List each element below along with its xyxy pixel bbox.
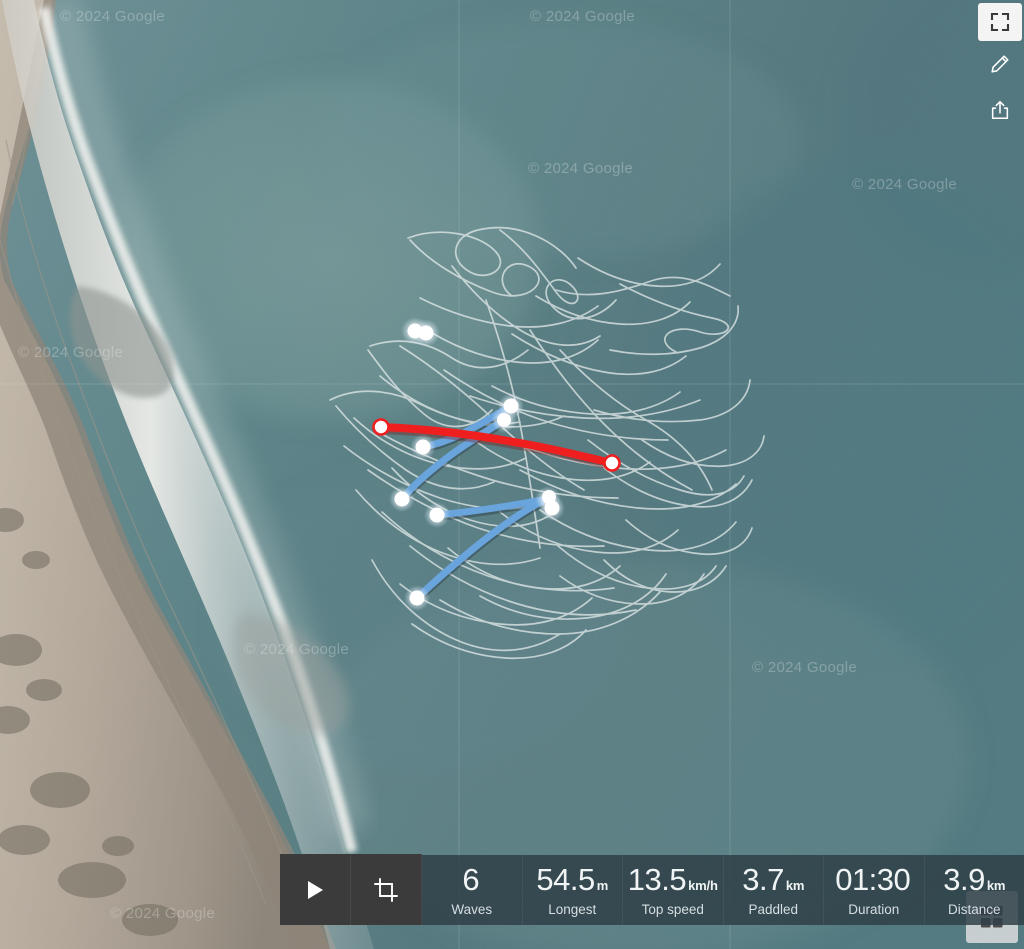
surf-session-map-view: © 2024 Google © 2024 Google © 2024 Googl… xyxy=(0,0,1024,949)
wave-marker xyxy=(429,507,445,523)
stat-number: 3.9 xyxy=(943,861,985,897)
wave-end-marker[interactable] xyxy=(603,454,621,472)
expand-icon xyxy=(990,12,1010,32)
wave-marker xyxy=(394,491,410,507)
stat-label: Paddled xyxy=(748,901,799,917)
stat-distance: 3.9 km Distance xyxy=(923,855,1024,925)
stat-top-speed: 13.5 km/h Top speed xyxy=(622,855,723,925)
stat-longest: 54.5 m Longest xyxy=(521,855,623,925)
stat-label: Top speed xyxy=(641,901,704,917)
stat-label: Duration xyxy=(848,901,900,917)
stat-number: 54.5 xyxy=(536,861,595,897)
satellite-map[interactable]: © 2024 Google © 2024 Google © 2024 Googl… xyxy=(0,0,1024,949)
stat-waves: 6 Waves xyxy=(422,855,522,925)
wave-marker xyxy=(418,325,434,341)
stat-label: Waves xyxy=(451,901,493,917)
map-controls xyxy=(976,0,1024,133)
stat-number: 13.5 xyxy=(627,861,687,897)
edit-button[interactable] xyxy=(976,41,1024,87)
stat-value: 6 xyxy=(462,864,481,895)
stat-number: 01:30 xyxy=(835,861,911,897)
stat-value: 54.5 m xyxy=(536,864,608,895)
wave-marker xyxy=(409,590,425,606)
wave-marker xyxy=(497,413,511,427)
wave-start-marker[interactable] xyxy=(372,418,390,436)
stat-value: 3.9 km xyxy=(943,864,1005,895)
stat-label: Longest xyxy=(548,901,597,917)
wave-marker xyxy=(503,398,519,414)
stat-unit: km xyxy=(785,877,805,893)
pencil-icon xyxy=(991,55,1009,73)
stat-number: 3.7 xyxy=(742,861,784,897)
share-icon xyxy=(991,100,1009,120)
crop-icon xyxy=(374,877,398,902)
stat-number: 6 xyxy=(462,861,480,897)
play-button[interactable] xyxy=(280,854,351,925)
play-icon xyxy=(308,880,323,899)
stat-paddled: 3.7 km Paddled xyxy=(722,855,824,925)
stat-unit: km/h xyxy=(688,877,718,893)
stat-unit: m xyxy=(596,877,609,893)
wave-marker xyxy=(544,500,560,516)
stat-value: 3.7 km xyxy=(742,864,804,895)
stat-value: 01:30 xyxy=(835,864,912,895)
stats-cells: 6 Waves 54.5 m Longest 13.5 km/h Top speed… xyxy=(422,855,1024,925)
session-stats-bar: 6 Waves 54.5 m Longest 13.5 km/h Top speed… xyxy=(280,854,1024,925)
wave-marker xyxy=(415,439,431,455)
map-imagery xyxy=(0,0,1024,949)
stat-duration: 01:30 Duration xyxy=(823,855,924,925)
stat-value: 13.5 km/h xyxy=(628,864,718,895)
stat-label: Distance xyxy=(947,901,1001,917)
stat-unit: km xyxy=(986,877,1006,893)
imagery-grain xyxy=(0,0,1024,949)
trim-button[interactable] xyxy=(351,854,422,925)
share-button[interactable] xyxy=(976,87,1024,133)
fullscreen-button[interactable] xyxy=(978,3,1022,41)
